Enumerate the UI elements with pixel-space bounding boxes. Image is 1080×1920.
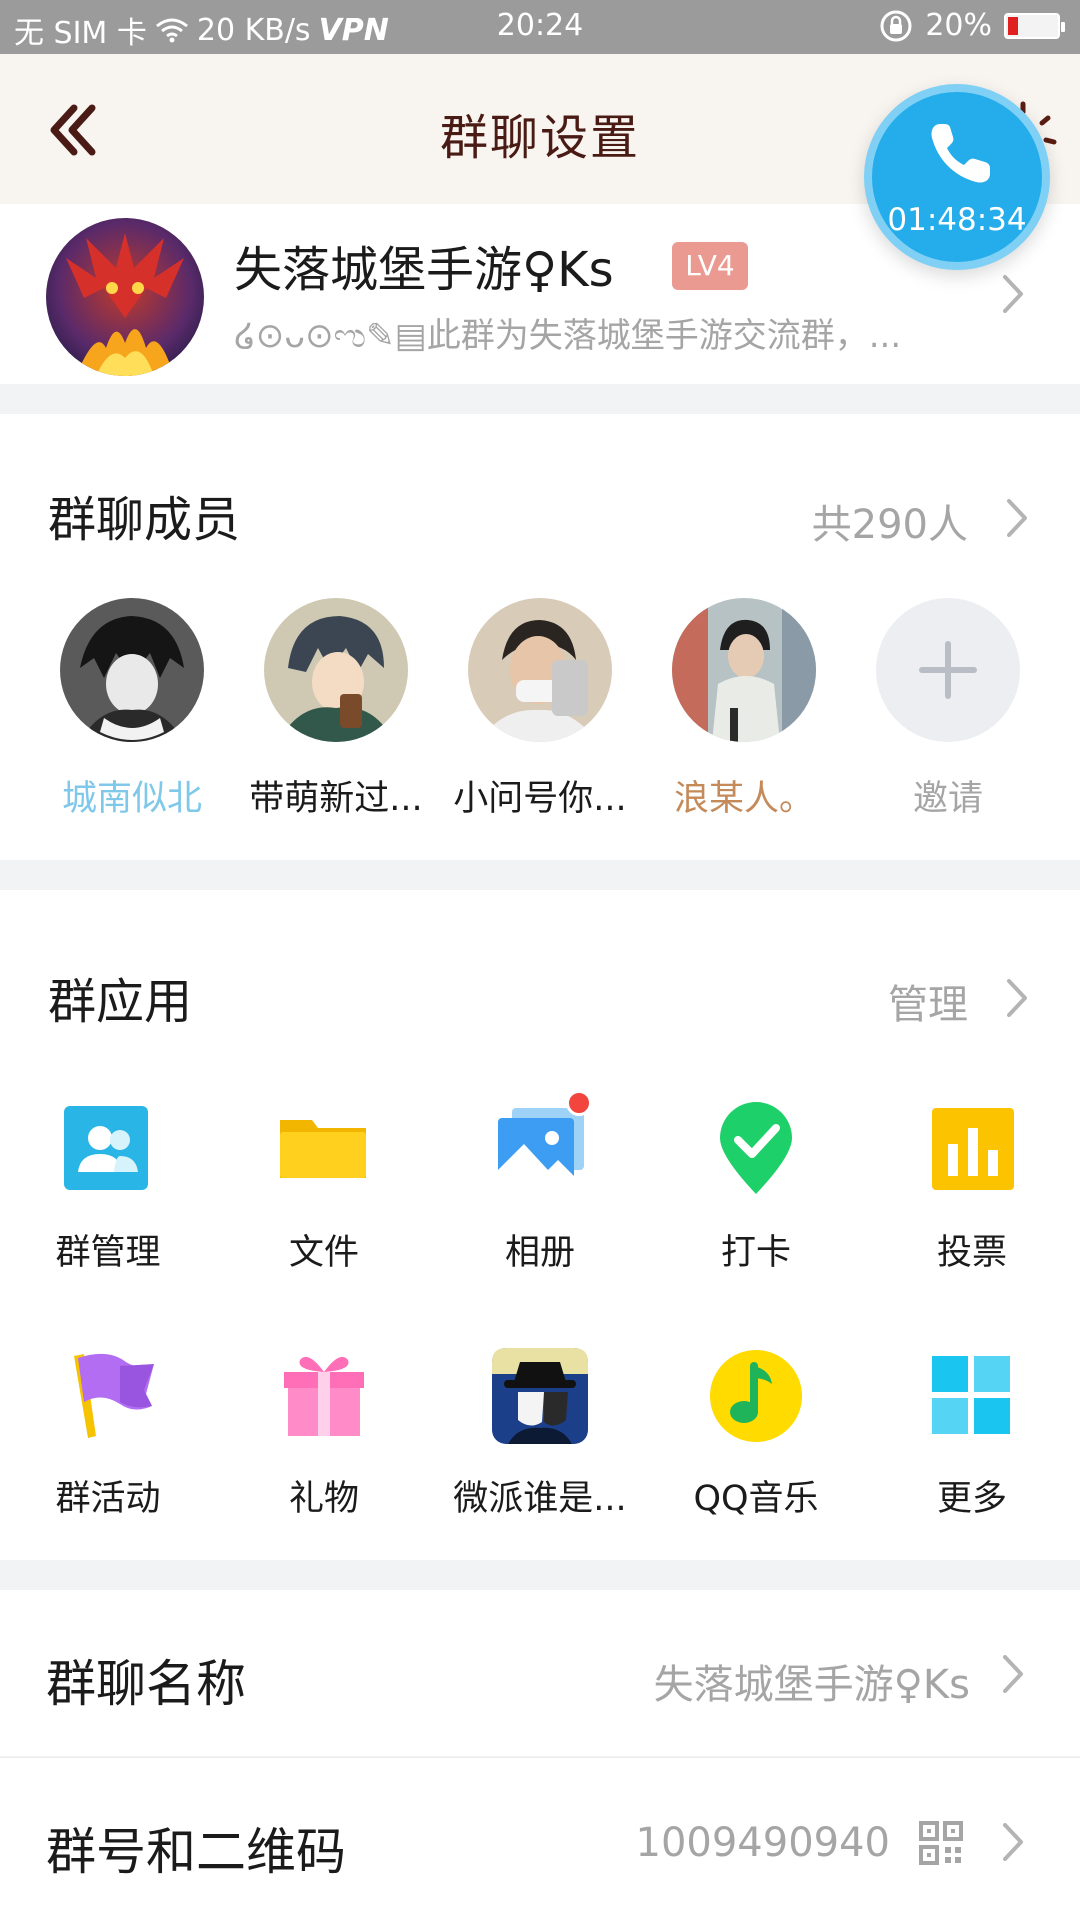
chevron-right-icon xyxy=(1003,275,1023,313)
phone-icon xyxy=(931,124,990,183)
chevron-right-icon xyxy=(1003,1823,1023,1861)
member-item[interactable]: 带萌新过... xyxy=(236,598,436,821)
more-grid-icon xyxy=(920,1344,1024,1448)
chevron-right-icon[interactable] xyxy=(1006,498,1028,538)
chevron-right-icon[interactable] xyxy=(1006,978,1028,1018)
member-avatar xyxy=(468,598,612,742)
member-name: 小问号你... xyxy=(453,779,627,819)
app-label: QQ音乐 xyxy=(693,1479,819,1519)
group-apps-section: 群应用 管理 群管理 文件 相册 打卡 投票 群活动 礼物 微派谁是... QQ… xyxy=(0,890,1080,1560)
member-name: 城南似北 xyxy=(61,779,202,819)
app-label: 微派谁是... xyxy=(453,1479,627,1519)
voice-call-bubble[interactable]: 01:48:34 xyxy=(864,84,1050,270)
battery-fill xyxy=(1008,16,1018,35)
group-avatar xyxy=(46,218,204,376)
member-item[interactable]: 小问号你... xyxy=(440,598,640,821)
app-gift[interactable]: 礼物 xyxy=(216,1344,432,1521)
member-avatar xyxy=(60,598,204,742)
app-label: 群管理 xyxy=(55,1233,161,1273)
app-more[interactable]: 更多 xyxy=(864,1344,1080,1521)
apps-manage-link[interactable]: 管理 xyxy=(888,972,968,1030)
spy-game-icon xyxy=(488,1344,592,1448)
group-manage-icon xyxy=(56,1098,160,1202)
group-id-row[interactable]: 群号和二维码 1009490940 xyxy=(0,1758,1080,1920)
app-album[interactable]: 相册 xyxy=(432,1090,648,1275)
group-id-value: 1009490940 xyxy=(635,1820,891,1866)
plus-icon xyxy=(876,598,1020,742)
invite-member-button[interactable]: 邀请 xyxy=(848,598,1048,821)
app-label: 群活动 xyxy=(55,1479,161,1519)
app-label: 打卡 xyxy=(720,1233,791,1273)
members-title: 群聊成员 xyxy=(48,492,241,548)
row-label: 群号和二维码 xyxy=(46,1823,346,1881)
app-files[interactable]: 文件 xyxy=(216,1098,432,1275)
app-label: 相册 xyxy=(504,1233,575,1273)
member-avatar xyxy=(264,598,408,742)
member-avatar xyxy=(672,598,816,742)
apps-title: 群应用 xyxy=(48,974,193,1030)
flag-icon xyxy=(56,1344,160,1448)
qr-code-icon xyxy=(919,1821,963,1865)
album-icon xyxy=(488,1090,592,1202)
member-item[interactable]: 城南似北 xyxy=(32,598,232,821)
battery-icon xyxy=(1004,12,1065,39)
members-count[interactable]: 共290人 xyxy=(812,492,968,550)
chevron-right-icon xyxy=(1003,1655,1023,1693)
group-description: ໒⊙ᴗ⊙ಌ✎▤此群为失落城堡手游交流群，... xyxy=(234,316,902,356)
notification-dot xyxy=(566,1090,592,1116)
member-name: 浪某人。 xyxy=(673,779,814,819)
status-right: 20% xyxy=(879,8,1065,43)
app-spy-game[interactable]: 微派谁是... xyxy=(432,1344,648,1521)
group-name-value: 失落城堡手游♀Ks xyxy=(653,1662,970,1708)
folder-icon xyxy=(272,1098,376,1202)
app-label: 文件 xyxy=(288,1233,359,1273)
members-section: 群聊成员 共290人 城南似北 带萌新过... 小问号你... 浪某人。 邀请 xyxy=(0,414,1080,860)
qq-music-icon xyxy=(704,1344,808,1448)
member-name: 带萌新过... xyxy=(249,779,423,819)
member-item[interactable]: 浪某人。 xyxy=(644,598,844,821)
app-group-manage[interactable]: 群管理 xyxy=(0,1098,216,1275)
app-label: 投票 xyxy=(936,1233,1007,1273)
app-label: 礼物 xyxy=(288,1479,359,1519)
battery-percent: 20% xyxy=(925,8,992,43)
vote-icon xyxy=(920,1098,1024,1202)
group-name-row[interactable]: 群聊名称 失落城堡手游♀Ks xyxy=(0,1590,1080,1756)
invite-label: 邀请 xyxy=(912,779,983,819)
row-label: 群聊名称 xyxy=(46,1655,246,1713)
check-in-icon xyxy=(704,1098,808,1202)
app-group-activity[interactable]: 群活动 xyxy=(0,1344,216,1521)
app-qq-music[interactable]: QQ音乐 xyxy=(648,1344,864,1521)
gift-icon xyxy=(272,1344,376,1448)
status-bar: 无 SIM 卡 20 KB/s VPN 20:24 20% xyxy=(0,0,1080,54)
level-badge: LV4 xyxy=(672,242,748,290)
call-timer: 01:48:34 xyxy=(887,202,1027,238)
rotation-lock-icon xyxy=(880,10,912,41)
app-label: 更多 xyxy=(936,1479,1007,1519)
app-check-in[interactable]: 打卡 xyxy=(648,1098,864,1275)
group-name: 失落城堡手游♀Ks xyxy=(234,242,614,298)
app-vote[interactable]: 投票 xyxy=(864,1098,1080,1275)
